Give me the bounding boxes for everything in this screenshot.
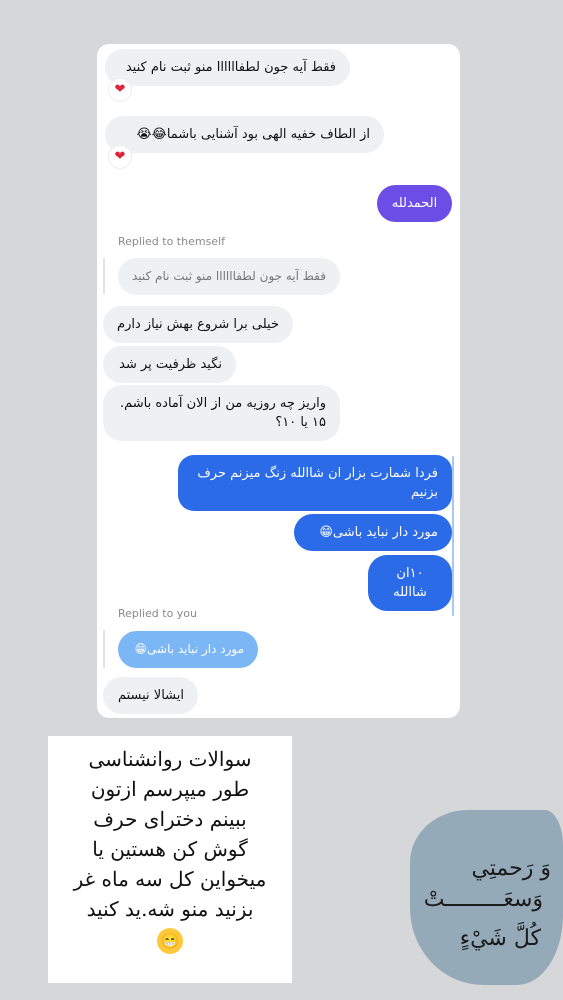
message-outgoing[interactable]: مورد دار نباید باشی😁 bbox=[294, 514, 452, 551]
reply-quote-bar bbox=[103, 258, 105, 294]
message-text: فردا شمارت بزار ان شاالله زنگ میزنم حرف … bbox=[197, 466, 438, 500]
calligraphy-line: كُلَّ شَيْءٍ bbox=[459, 926, 541, 951]
grinning-face-icon: 😁 bbox=[157, 928, 183, 954]
message-text: خیلی برا شروع بهش نیاز دارم bbox=[117, 317, 279, 332]
message-incoming[interactable]: از الطاف خفیه الهی بود آشنایی باشما😂😭 bbox=[105, 116, 384, 153]
message-text-line: واریز چه روزیه من از الان آماده باشم. bbox=[119, 396, 326, 411]
note-line: میخواین کل سه ماه غر bbox=[73, 867, 267, 891]
note-line: گوش کن هستین یا bbox=[92, 837, 248, 861]
message-incoming[interactable]: خیلی برا شروع بهش نیاز دارم bbox=[103, 306, 293, 343]
message-incoming[interactable]: فقط آیه جون لطفاااااا منو ثبت نام کنید bbox=[105, 49, 350, 86]
message-outgoing[interactable]: الحمدلله bbox=[377, 185, 452, 222]
scrollbar[interactable] bbox=[452, 456, 454, 616]
note-line: ببینم دختراى حرف bbox=[93, 807, 247, 831]
note-line: طور میپرسم ازتون bbox=[90, 777, 250, 801]
message-text: از الطاف خفیه الهی بود آشنایی باشما😂😭 bbox=[136, 127, 370, 142]
message-text: مورد دار نباید باشی😁 bbox=[319, 525, 438, 540]
quoted-message-text: مورد دار نباید باشی😁 bbox=[134, 642, 245, 656]
message-text: نگید ظرفیت پر شد bbox=[119, 357, 222, 372]
message-incoming[interactable]: واریز چه روزیه من از الان آماده باشم. ۱۵… bbox=[103, 385, 340, 441]
message-incoming[interactable]: ایشالا نیستم bbox=[103, 677, 198, 714]
chat-screenshot: فقط آیه جون لطفاااااا منو ثبت نام کنید ❤… bbox=[97, 44, 460, 718]
calligraphy-line: وَسعَـــــــــتْ bbox=[423, 887, 543, 912]
note-line: سوالات روانشناسی bbox=[88, 747, 252, 771]
quoted-message-text: فقط آیه جون لطفاااااا منو ثبت نام کنید bbox=[131, 269, 326, 283]
message-outgoing[interactable]: فردا شمارت بزار ان شاالله زنگ میزنم حرف … bbox=[178, 455, 452, 511]
reply-label: Replied to you bbox=[118, 607, 198, 620]
calligraphy-line: وَ رَحمتِي bbox=[471, 856, 551, 881]
message-text: ایشالا نیستم bbox=[117, 688, 184, 703]
quoted-message[interactable]: مورد دار نباید باشی😁 bbox=[118, 631, 258, 668]
heart-reaction-icon[interactable]: ❤ bbox=[109, 79, 131, 101]
message-incoming[interactable]: نگید ظرفیت پر شد bbox=[103, 346, 236, 383]
quoted-message[interactable]: فقط آیه جون لطفاااااا منو ثبت نام کنید bbox=[118, 258, 340, 295]
text-note-card: سوالات روانشناسی طور میپرسم ازتون ببینم … bbox=[48, 736, 292, 983]
message-text-line: ۱۵ یا ۱۰؟ bbox=[275, 415, 326, 430]
message-text: ۱۰ان شاالله bbox=[393, 566, 427, 600]
heart-reaction-icon[interactable]: ❤ bbox=[109, 146, 131, 168]
message-text: الحمدلله bbox=[391, 196, 438, 211]
reply-quote-bar bbox=[103, 630, 105, 668]
reply-label: Replied to themself bbox=[118, 235, 225, 248]
message-text: فقط آیه جون لطفاااااا منو ثبت نام کنید bbox=[125, 60, 336, 75]
message-outgoing[interactable]: ۱۰ان شاالله bbox=[368, 555, 452, 611]
note-line: بزنید منو شه.ید کنید bbox=[86, 897, 254, 921]
